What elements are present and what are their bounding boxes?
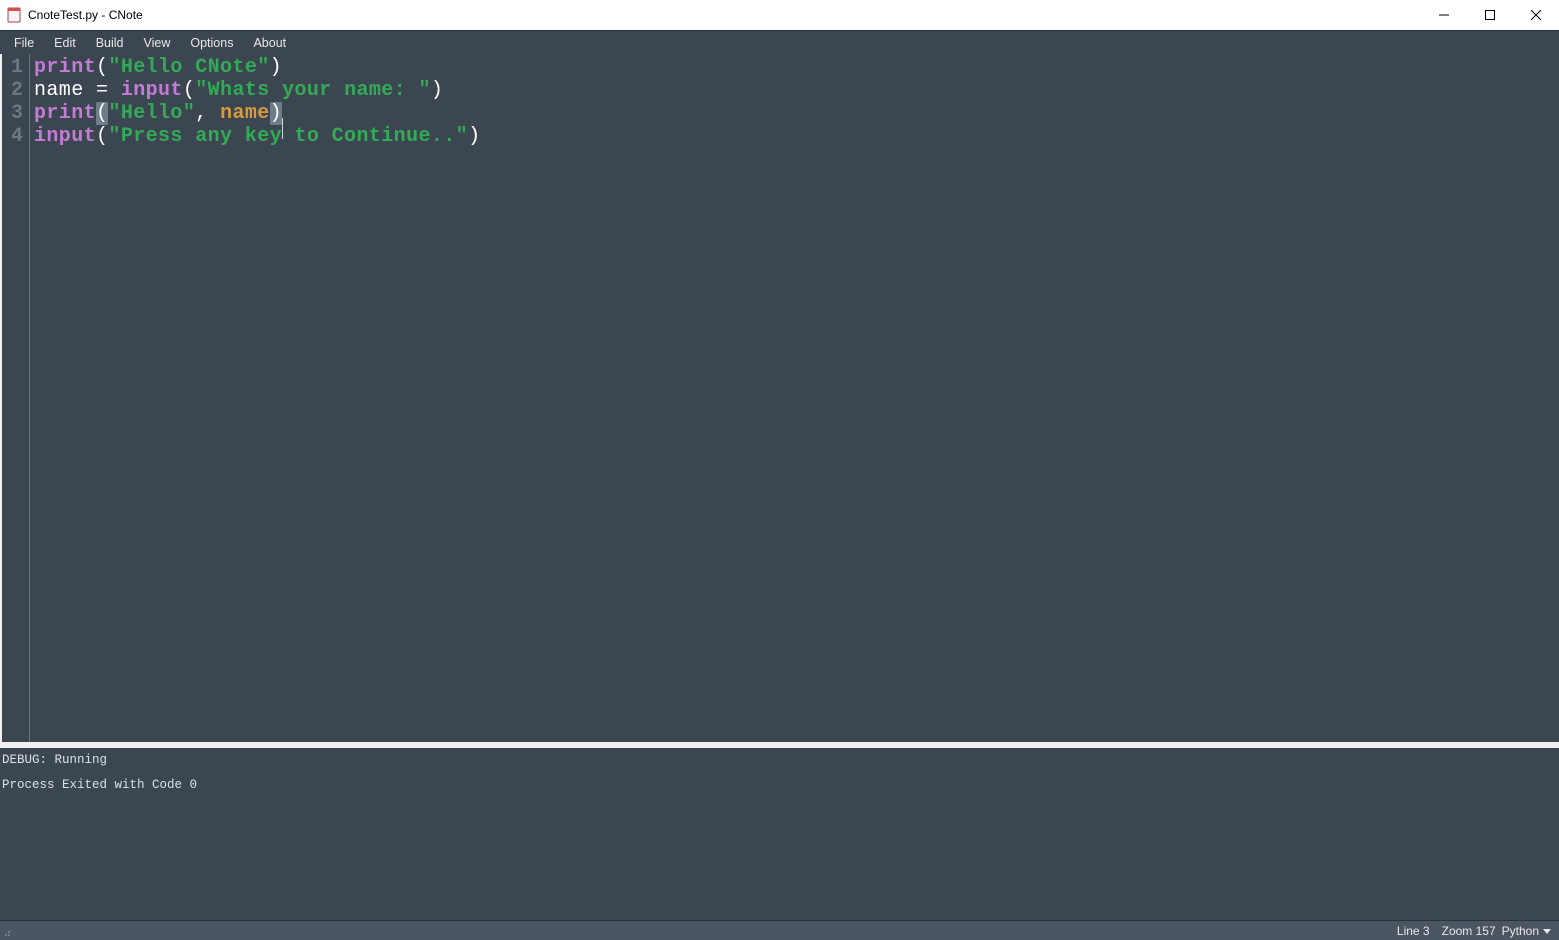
token: "Hello CNote" [108,56,269,79]
statusbar: Line 3 Zoom 157 Python [0,920,1559,940]
token: ( [96,125,108,148]
window-controls [1421,0,1559,30]
code-area[interactable]: print("Hello CNote")name = input("Whats … [30,54,481,742]
token: name [34,79,84,102]
titlebar: CnoteTest.py - CNote [0,0,1559,30]
menu-item-build[interactable]: Build [86,34,134,52]
token: = [84,79,121,102]
status-zoom: Zoom 157 [1436,924,1502,938]
console-line: DEBUG: Running [2,752,1557,769]
token: ( [96,102,108,125]
token: input [121,79,183,102]
menu-item-file[interactable]: File [4,34,44,52]
token: ) [270,56,282,79]
status-line-number: Line 3 [1391,924,1436,938]
chevron-down-icon [1543,927,1551,935]
token: "Press any key to Continue.." [108,125,468,148]
output-console[interactable]: DEBUG: Running Process Exited with Code 0 [0,748,1559,920]
line-number: 4 [2,125,23,148]
code-line[interactable]: print("Hello", name) [34,102,481,125]
window-title: CnoteTest.py - CNote [28,8,143,22]
token: ( [96,56,108,79]
token: print [34,102,96,125]
console-line [2,769,1557,777]
status-language-label: Python [1502,924,1539,938]
code-editor[interactable]: 1234 print("Hello CNote")name = input("W… [0,54,1559,742]
status-language-selector[interactable]: Python [1502,924,1555,938]
token: name [220,102,270,125]
token: input [34,125,96,148]
token: ) [431,79,443,102]
maximize-button[interactable] [1467,0,1513,30]
menu-item-options[interactable]: Options [180,34,243,52]
token: "Whats your name: " [195,79,431,102]
token: ( [183,79,195,102]
menu-item-edit[interactable]: Edit [44,34,86,52]
console-line: Process Exited with Code 0 [2,777,1557,794]
token: print [34,56,96,79]
line-number: 3 [2,102,23,125]
app-icon [6,7,22,23]
minimize-button[interactable] [1421,0,1467,30]
code-line[interactable]: name = input("Whats your name: ") [34,79,481,102]
line-number: 1 [2,56,23,79]
grip-icon [4,925,16,937]
menubar: FileEditBuildViewOptionsAbout [0,30,1559,54]
token: ) [468,125,480,148]
menu-item-about[interactable]: About [243,34,296,52]
token: , [195,102,220,125]
token: ) [270,102,282,125]
code-line[interactable]: input("Press any key to Continue..") [34,125,481,148]
line-number: 2 [2,79,23,102]
line-number-gutter: 1234 [2,54,30,742]
token: "Hello" [108,102,195,125]
editor-pane: 1234 print("Hello CNote")name = input("W… [0,54,1559,920]
menu-item-view[interactable]: View [134,34,181,52]
close-button[interactable] [1513,0,1559,30]
code-line[interactable]: print("Hello CNote") [34,56,481,79]
